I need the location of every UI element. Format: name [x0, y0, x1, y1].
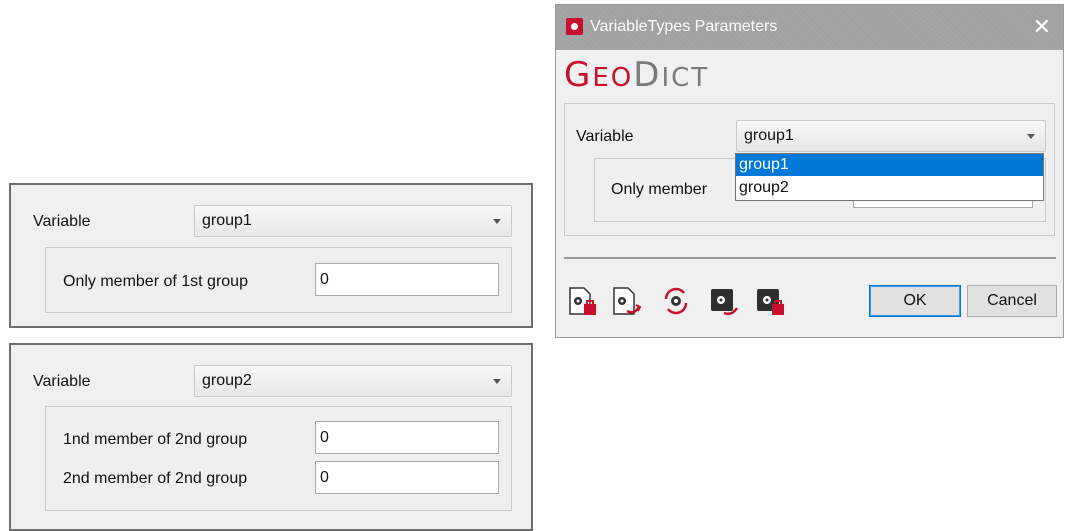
- only-member-input-value: 0: [320, 271, 329, 288]
- variable-select-value: group1: [202, 212, 252, 229]
- first-member-input[interactable]: 0: [315, 421, 499, 454]
- separator: [564, 257, 1056, 259]
- save-parameters-icon[interactable]: [610, 285, 642, 317]
- field-label: 2nd member of 2nd group: [63, 470, 248, 487]
- second-member-input[interactable]: 0: [315, 461, 499, 494]
- dropdown-option-label: group2: [739, 179, 789, 196]
- first-member-input-value: 0: [320, 429, 329, 446]
- load-parameters-icon[interactable]: [566, 285, 598, 317]
- reset-parameters-icon[interactable]: [660, 285, 692, 317]
- variable-label: Variable: [33, 213, 91, 230]
- group2-panel: Variable group2 1nd member of 2nd group …: [9, 343, 533, 531]
- group1-panel: Variable group1 Only member of 1st group…: [9, 183, 533, 328]
- load-macro-icon[interactable]: [708, 285, 740, 317]
- geodict-logo: GEODICT: [564, 55, 710, 95]
- variable-label: Variable: [576, 128, 634, 145]
- second-member-input-value: 0: [320, 469, 329, 486]
- cancel-button[interactable]: Cancel: [967, 285, 1057, 317]
- app-icon: [566, 18, 583, 35]
- field-label: 1nd member of 2nd group: [63, 431, 248, 448]
- field-label: Only member: [611, 181, 708, 198]
- variable-select[interactable]: group1: [736, 120, 1046, 152]
- variable-select-value: group2: [202, 372, 252, 389]
- variable-select[interactable]: group1: [194, 205, 512, 237]
- dialog-title: VariableTypes Parameters: [590, 18, 778, 35]
- dropdown-option-label: group1: [739, 156, 789, 173]
- only-member-input[interactable]: 0: [315, 263, 499, 296]
- variable-dropdown-list: group1 group2: [735, 153, 1044, 201]
- title-bar: VariableTypes Parameters ✕: [556, 5, 1063, 50]
- variable-label: Variable: [33, 373, 91, 390]
- group1-fields-frame: Only member of 1st group 0: [45, 247, 512, 313]
- chevron-down-icon: [493, 379, 501, 384]
- chevron-down-icon: [1027, 134, 1035, 139]
- close-icon[interactable]: ✕: [1033, 14, 1051, 40]
- save-macro-icon[interactable]: [754, 285, 786, 317]
- dropdown-option-group1[interactable]: group1: [736, 154, 1043, 176]
- field-label: Only member of 1st group: [63, 273, 248, 290]
- variable-select-value: group1: [744, 127, 794, 144]
- variable-select[interactable]: group2: [194, 365, 512, 397]
- ok-button[interactable]: OK: [869, 285, 961, 317]
- group2-fields-frame: 1nd member of 2nd group 0 2nd member of …: [45, 406, 512, 511]
- chevron-down-icon: [493, 219, 501, 224]
- dropdown-option-group2[interactable]: group2: [736, 177, 1043, 199]
